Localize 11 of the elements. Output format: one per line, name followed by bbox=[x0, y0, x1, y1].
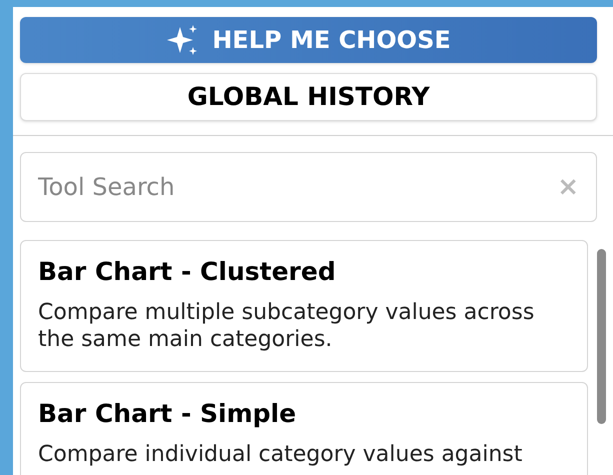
tool-title: Bar Chart - Simple bbox=[38, 399, 298, 429]
sparkle-icon bbox=[166, 25, 198, 55]
global-history-button[interactable]: GLOBAL HISTORY bbox=[20, 73, 597, 121]
scrollbar-thumb[interactable] bbox=[597, 249, 606, 424]
tool-card[interactable]: Bar Chart - Clustered Compare multiple subcategory values across the same main categories. bbox=[20, 240, 588, 372]
tool-card[interactable]: Bar Chart - Simple Compare individual category values against bbox=[20, 382, 588, 475]
tool-description: Compare multiple subcategory values across the same main categories. bbox=[38, 299, 536, 353]
tool-description: Compare individual category values against bbox=[38, 441, 524, 468]
help-me-choose-button[interactable]: HELP ME CHOOSE bbox=[20, 17, 597, 63]
tool-title: Bar Chart - Clustered bbox=[38, 257, 337, 287]
search-input: Tool Search bbox=[38, 169, 558, 205]
